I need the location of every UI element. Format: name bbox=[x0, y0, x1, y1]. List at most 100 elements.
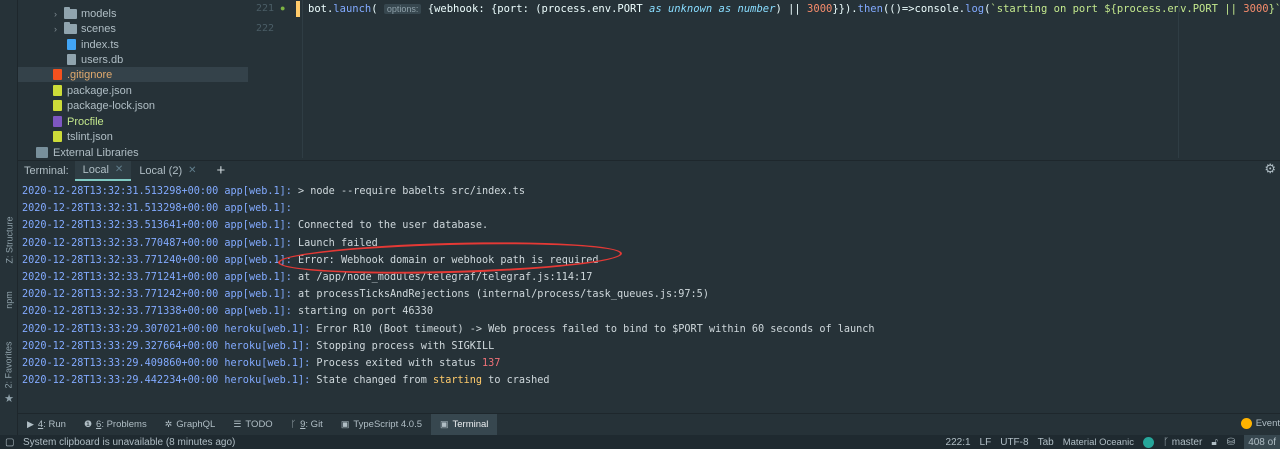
log-timestamp: 2020-12-28T13:32:33.771242+00:00 bbox=[22, 289, 225, 301]
new-tab-plus-icon[interactable]: + bbox=[211, 162, 232, 179]
status-message[interactable]: System clipboard is unavailable (8 minut… bbox=[23, 437, 235, 448]
file-encoding[interactable]: UTF-8 bbox=[1000, 437, 1028, 448]
run-tool-button[interactable]: ▶ 4: Run bbox=[18, 414, 75, 435]
log-message: at processTicksAndRejections (internal/p… bbox=[298, 289, 709, 301]
git-branch[interactable]: ᚴ master bbox=[1163, 437, 1202, 448]
log-message: Connected to the user database. bbox=[298, 220, 489, 232]
log-timestamp: 2020-12-28T13:32:33.513641+00:00 bbox=[22, 220, 225, 232]
left-tool-strip: Z: Structure npm 2: Favorites ★ bbox=[0, 0, 18, 436]
tree-item-procfile[interactable]: Procfile bbox=[53, 114, 104, 129]
tool-window-bar: ▶ 4: Run ❶6: Problems ✲ GraphQL ☰ TODO ᚴ9: … bbox=[18, 413, 1280, 435]
tree-item-external-libraries[interactable]: External Libraries bbox=[36, 145, 139, 160]
close-icon[interactable]: ✕ bbox=[188, 165, 196, 176]
json-file-icon bbox=[53, 85, 62, 96]
code-editor[interactable]: 221 222 ● bot.launch( options: {webhook:… bbox=[248, 0, 1280, 158]
log-timestamp: 2020-12-28T13:33:29.409860+00:00 bbox=[22, 358, 225, 369]
log-message: 137 bbox=[482, 358, 501, 369]
gutter-marker-icon[interactable]: ● bbox=[280, 3, 285, 13]
code-line-221: bot.launch( options: {webhook: {port: (p… bbox=[308, 3, 1280, 15]
terminal-line: 2020-12-28T13:33:29.307021+00:00 heroku[… bbox=[22, 321, 875, 338]
line-number: 222 bbox=[256, 23, 275, 34]
line-number: 221 bbox=[256, 3, 275, 14]
log-source: app[web.1]: bbox=[224, 220, 299, 232]
lock-icon[interactable]: 🔓︎ bbox=[1211, 437, 1217, 448]
project-tree: › models › scenes index.ts users.db .gitig… bbox=[18, 0, 265, 160]
terminal-header: Terminal: Local ✕ Local (2) ✕ + bbox=[18, 160, 1280, 181]
status-bar: ▢ System clipboard is unavailable (8 min… bbox=[0, 435, 1280, 449]
terminal-output[interactable]: 2020-12-28T13:32:31.513298+00:00 app[web… bbox=[18, 181, 1280, 411]
tab-local[interactable]: Local ✕ bbox=[74, 160, 132, 181]
npm-tab[interactable]: npm bbox=[0, 285, 18, 315]
terminal-line: 2020-12-28T13:32:33.770487+00:00 app[web… bbox=[22, 235, 378, 252]
indent-setting[interactable]: Tab bbox=[1038, 437, 1054, 448]
log-source: heroku[web.1]: bbox=[224, 375, 317, 387]
terminal-label: Terminal: bbox=[24, 164, 69, 177]
log-timestamp: 2020-12-28T13:33:29.442234+00:00 bbox=[22, 375, 225, 387]
memory-icon: ⛁ bbox=[1226, 436, 1236, 448]
json-file-icon bbox=[53, 100, 62, 111]
log-timestamp: 2020-12-28T13:32:31.513298+00:00 bbox=[22, 203, 225, 215]
terminal-line: 2020-12-28T13:32:33.771338+00:00 app[web… bbox=[22, 303, 433, 320]
log-message: Process exited with status bbox=[316, 358, 483, 369]
tab-local-2[interactable]: Local (2) ✕ bbox=[131, 161, 204, 181]
log-timestamp: 2020-12-28T13:33:29.327664+00:00 bbox=[22, 340, 225, 352]
tree-item-gitignore[interactable]: .gitignore bbox=[18, 67, 248, 82]
run-icon: ▶ bbox=[27, 418, 34, 429]
log-message: State changed from bbox=[316, 375, 433, 387]
favorites-tab[interactable]: 2: Favorites bbox=[0, 335, 18, 395]
terminal-line: 2020-12-28T13:33:29.327664+00:00 heroku[… bbox=[22, 338, 494, 355]
log-timestamp: 2020-12-28T13:32:33.771338+00:00 bbox=[22, 306, 225, 318]
parameter-hint: options: bbox=[383, 4, 422, 14]
git-tool-button[interactable]: ᚴ9: Git bbox=[282, 414, 332, 435]
log-message: > node --require babelts src/index.ts bbox=[298, 186, 525, 197]
event-log-icon bbox=[1240, 418, 1252, 429]
folder-icon bbox=[64, 6, 77, 19]
tree-item-tslint-json[interactable]: tslint.json bbox=[53, 129, 113, 144]
tree-item-package-lock-json[interactable]: package-lock.json bbox=[53, 98, 155, 113]
structure-tab[interactable]: Z: Structure bbox=[0, 205, 18, 275]
terminal-line: 2020-12-28T13:33:29.442234+00:00 heroku[… bbox=[22, 372, 550, 389]
chevron-right-icon[interactable]: › bbox=[54, 9, 64, 19]
memory-indicator[interactable]: 408 of bbox=[1244, 435, 1280, 449]
todo-tool-button[interactable]: ☰ TODO bbox=[224, 414, 281, 435]
tree-item-models[interactable]: › models bbox=[54, 6, 116, 21]
log-message: Error R10 (Boot timeout) -> Web process … bbox=[316, 323, 875, 335]
terminal-tool-button[interactable]: ▣ Terminal bbox=[431, 413, 498, 435]
database-file-icon bbox=[67, 54, 76, 65]
log-source: app[web.1]: bbox=[224, 254, 299, 266]
log-message: to crashed bbox=[482, 375, 550, 387]
log-message: starting bbox=[432, 375, 483, 387]
chevron-right-icon[interactable]: › bbox=[54, 24, 64, 34]
library-icon bbox=[36, 147, 48, 158]
line-separator[interactable]: LF bbox=[980, 437, 992, 448]
tree-item-users-db[interactable]: users.db bbox=[67, 52, 123, 67]
log-message: Launch failed bbox=[298, 237, 378, 249]
log-timestamp: 2020-12-28T13:32:33.770487+00:00 bbox=[22, 237, 225, 249]
gear-icon[interactable]: ⚙ bbox=[1264, 161, 1276, 177]
graphql-icon: ✲ bbox=[164, 418, 173, 429]
close-icon[interactable]: ✕ bbox=[115, 164, 123, 175]
tree-item-package-json[interactable]: package.json bbox=[53, 83, 132, 98]
terminal-line: 2020-12-28T13:32:33.771242+00:00 app[web… bbox=[22, 286, 709, 303]
branch-icon: ᚴ bbox=[1162, 436, 1172, 448]
typescript-file-icon bbox=[67, 39, 76, 50]
graphql-tool-button[interactable]: ✲ GraphQL bbox=[156, 414, 225, 435]
change-marker bbox=[296, 1, 300, 17]
typescript-tool-button[interactable]: ▣ TypeScript 4.0.5 bbox=[332, 414, 431, 435]
cursor-position[interactable]: 222:1 bbox=[946, 437, 971, 448]
problems-icon: ❶ bbox=[83, 418, 93, 429]
folder-icon bbox=[64, 21, 77, 34]
terminal-line: 2020-12-28T13:33:29.409860+00:00 heroku[… bbox=[22, 355, 500, 372]
theme-name[interactable]: Material Oceanic bbox=[1063, 437, 1134, 448]
log-message: starting on port 46330 bbox=[298, 306, 433, 318]
terminal-line: 2020-12-28T13:32:31.513298+00:00 app[web… bbox=[22, 200, 298, 217]
terminal-icon: ▣ bbox=[440, 418, 449, 429]
problems-tool-button[interactable]: ❶6: Problems bbox=[75, 414, 156, 435]
theme-icon[interactable] bbox=[1142, 436, 1154, 448]
log-timestamp: 2020-12-28T13:33:29.307021+00:00 bbox=[22, 323, 225, 335]
log-source: app[web.1]: bbox=[224, 237, 299, 249]
log-source: app[web.1]: bbox=[224, 289, 299, 301]
event-log-button[interactable]: Event bbox=[1240, 413, 1280, 434]
tree-item-scenes[interactable]: › scenes bbox=[54, 21, 116, 36]
tree-item-index-ts[interactable]: index.ts bbox=[67, 37, 119, 52]
